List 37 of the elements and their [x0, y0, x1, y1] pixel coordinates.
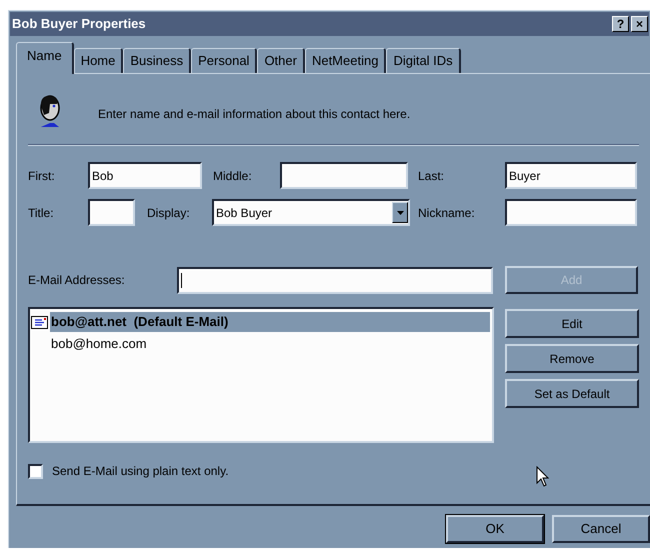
tab[interactable]: Home [74, 48, 124, 73]
text-field[interactable] [88, 199, 135, 226]
email-address[interactable]: bob@att.net (Default E-Mail) [50, 312, 490, 332]
text-caret [181, 272, 182, 288]
checkbox[interactable] [28, 464, 43, 478]
field-label: Title: [28, 204, 55, 222]
intro-text: Enter name and e-mail information about this contact here. [98, 106, 410, 123]
tab[interactable]: Name [16, 42, 74, 74]
field-label: Last: [418, 168, 446, 184]
mouse-pointer-icon [536, 466, 550, 488]
cancel-button[interactable]: Cancel [552, 515, 650, 543]
help-button[interactable]: ? [612, 16, 629, 32]
remove-button[interactable]: Remove [505, 344, 639, 373]
tab[interactable]: Personal [191, 48, 258, 73]
text-field[interactable] [280, 162, 408, 189]
field-label: Display: [147, 204, 191, 222]
set-default-button[interactable]: Set as Default [505, 379, 639, 408]
tab[interactable]: Other [257, 48, 305, 73]
envelope-icon [31, 316, 49, 328]
tab[interactable]: Digital IDs [386, 48, 461, 73]
field-label: Nickname: [418, 204, 476, 222]
email-address[interactable]: bob@home.com [50, 334, 490, 354]
edit-button[interactable]: Edit [505, 309, 639, 338]
text-field[interactable]: Bob [88, 162, 202, 189]
field-label: E-Mail Addresses: [28, 272, 126, 289]
window-title: Bob Buyer Properties [12, 15, 146, 34]
checkbox-label: Send E-Mail using plain text only. [52, 463, 229, 480]
field-label: First: [28, 168, 56, 184]
tab[interactable]: Business [123, 48, 192, 73]
display-dropdown[interactable]: Bob Buyer [212, 199, 410, 226]
text-field[interactable] [505, 199, 637, 226]
close-button[interactable]: × [631, 16, 648, 32]
text-field[interactable]: Buyer [505, 162, 637, 189]
email-input-field[interactable] [177, 266, 493, 294]
ok-button[interactable]: OK [446, 515, 544, 543]
field-label: Middle: [213, 168, 253, 184]
tab[interactable]: NetMeeting [304, 48, 386, 73]
